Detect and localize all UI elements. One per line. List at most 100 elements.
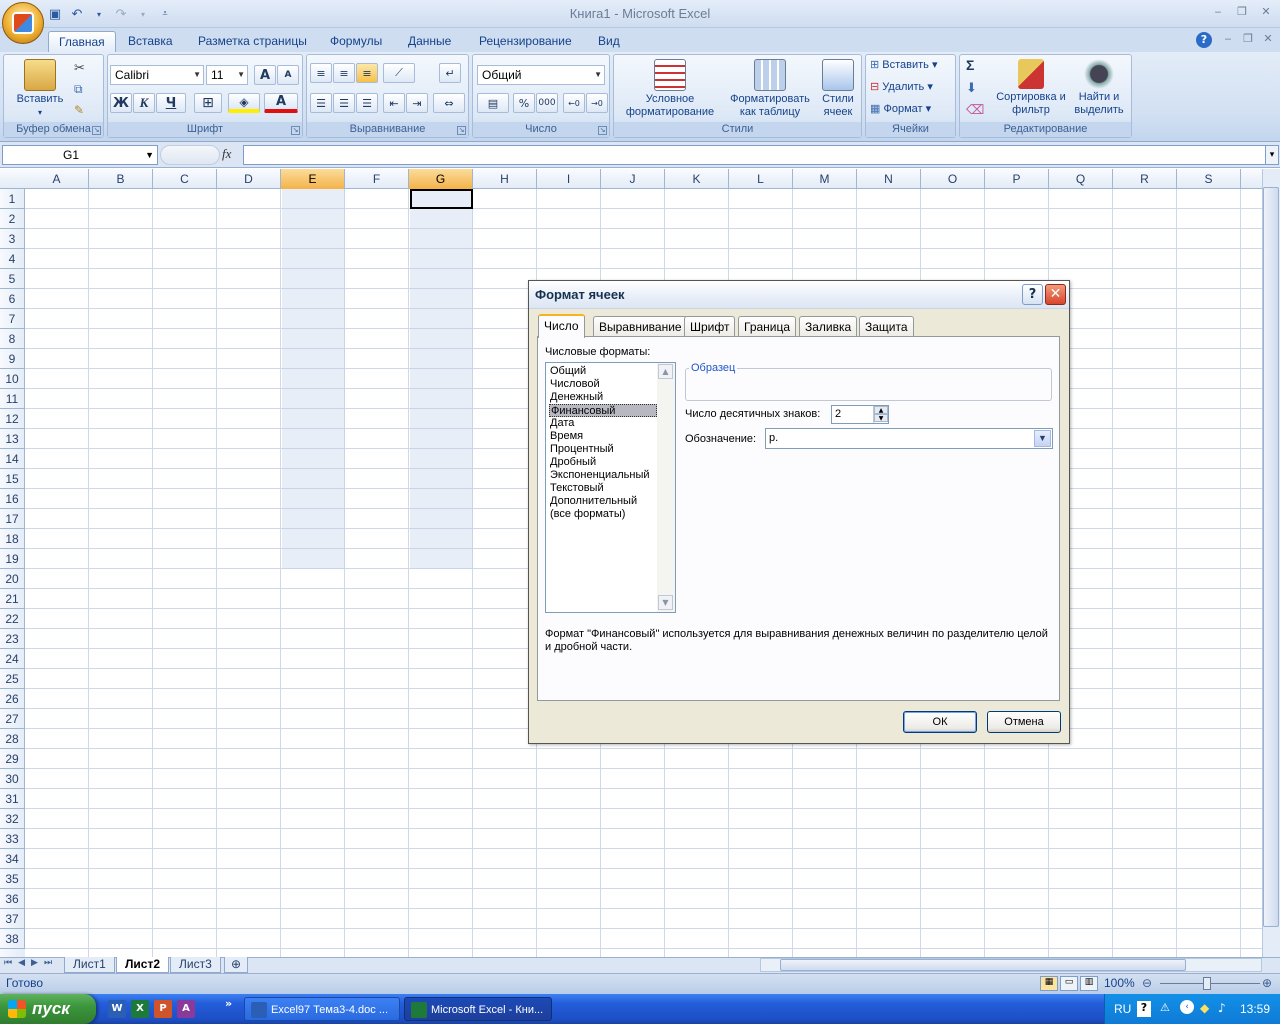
- decimals-spinner[interactable]: ▲ ▼: [873, 406, 888, 423]
- row-header-17[interactable]: 17: [0, 509, 25, 529]
- tab-page-layout[interactable]: Разметка страницы: [188, 31, 317, 52]
- name-box[interactable]: G1 ▼: [2, 145, 158, 165]
- row-header-8[interactable]: 8: [0, 329, 25, 349]
- insert-function-button[interactable]: fx: [222, 146, 231, 162]
- row-header-34[interactable]: 34: [0, 849, 25, 869]
- column-header-i[interactable]: I: [537, 169, 601, 189]
- dialog-tab-number[interactable]: Число: [538, 314, 585, 338]
- row-header-38[interactable]: 38: [0, 929, 25, 949]
- font-color-icon[interactable]: A: [264, 93, 298, 113]
- decrease-indent-icon[interactable]: ⇤: [383, 93, 405, 113]
- column-header-c[interactable]: C: [153, 169, 217, 189]
- chevron-down-icon[interactable]: ▼: [1034, 430, 1051, 447]
- cell-styles-button[interactable]: Стили ячеек: [816, 59, 860, 119]
- row-header-3[interactable]: 3: [0, 229, 25, 249]
- zoom-out-icon[interactable]: ⊖: [1142, 976, 1152, 990]
- dialog-tab-alignment[interactable]: Выравнивание: [593, 316, 688, 337]
- horizontal-scroll-thumb[interactable]: [780, 959, 1186, 971]
- tab-data[interactable]: Данные: [398, 31, 461, 52]
- powerpoint-quicklaunch-icon[interactable]: P: [154, 1000, 172, 1018]
- column-header-n[interactable]: N: [857, 169, 921, 189]
- sheet-tab-3[interactable]: Лист3: [170, 957, 221, 973]
- column-header-s[interactable]: S: [1177, 169, 1241, 189]
- shrink-font-button[interactable]: A: [277, 65, 299, 85]
- dialog-help-button[interactable]: ?: [1022, 284, 1043, 305]
- row-header-2[interactable]: 2: [0, 209, 25, 229]
- minimize-button[interactable]: ‒: [1208, 5, 1228, 21]
- align-middle-icon[interactable]: ≡: [333, 63, 355, 83]
- normal-view-icon[interactable]: ▦: [1040, 976, 1058, 991]
- tab-insert[interactable]: Вставка: [118, 31, 183, 52]
- column-header-a[interactable]: A: [25, 169, 89, 189]
- format-list-item[interactable]: Процентный: [549, 443, 657, 456]
- row-header-27[interactable]: 27: [0, 709, 25, 729]
- tab-review[interactable]: Рецензирование: [469, 31, 582, 52]
- number-launcher-icon[interactable]: ↘: [598, 126, 607, 135]
- bold-button[interactable]: Ж: [110, 93, 132, 113]
- row-header-6[interactable]: 6: [0, 289, 25, 309]
- format-cells-button[interactable]: ▦ Формат ▾: [870, 103, 931, 116]
- conditional-formatting-button[interactable]: Условное форматирование: [618, 59, 722, 119]
- excel-quicklaunch-icon[interactable]: X: [131, 1000, 149, 1018]
- format-list-item[interactable]: Экспоненциальный: [549, 469, 657, 482]
- row-header-31[interactable]: 31: [0, 789, 25, 809]
- row-header-9[interactable]: 9: [0, 349, 25, 369]
- column-header-o[interactable]: O: [921, 169, 985, 189]
- help-tray-icon[interactable]: ?: [1137, 1001, 1151, 1017]
- alignment-launcher-icon[interactable]: ↘: [457, 126, 466, 135]
- row-header-28[interactable]: 28: [0, 729, 25, 749]
- sort-filter-button[interactable]: Сортировка и фильтр: [996, 59, 1066, 117]
- ok-button[interactable]: ОК: [903, 711, 977, 733]
- row-header-14[interactable]: 14: [0, 449, 25, 469]
- row-header-7[interactable]: 7: [0, 309, 25, 329]
- row-header-5[interactable]: 5: [0, 269, 25, 289]
- format-list-item[interactable]: Денежный: [549, 391, 657, 404]
- workbook-minimize-button[interactable]: ‒: [1218, 32, 1238, 48]
- row-header-25[interactable]: 25: [0, 669, 25, 689]
- column-header-f[interactable]: F: [345, 169, 409, 189]
- thousands-button[interactable]: 000: [536, 93, 558, 113]
- row-header-23[interactable]: 23: [0, 629, 25, 649]
- format-as-table-button[interactable]: Форматировать как таблицу: [724, 59, 816, 119]
- format-list-item[interactable]: Текстовый: [549, 482, 657, 495]
- align-top-icon[interactable]: ≡: [310, 63, 332, 83]
- format-list-item[interactable]: Время: [549, 430, 657, 443]
- column-header-d[interactable]: D: [217, 169, 281, 189]
- expand-formula-bar-icon[interactable]: ▾: [1265, 145, 1279, 165]
- taskbar-item-word[interactable]: Excel97 Тема3-4.doc ...: [244, 997, 400, 1021]
- align-right-icon[interactable]: ☰: [356, 93, 378, 113]
- scroll-down-icon[interactable]: ▼: [658, 595, 673, 610]
- column-header-g[interactable]: G: [409, 169, 473, 189]
- cut-icon[interactable]: ✂: [74, 61, 85, 76]
- volume-tray-icon[interactable]: ♪: [1218, 1001, 1226, 1015]
- tray-expand-icon[interactable]: ‹: [1180, 1000, 1194, 1014]
- sheet-tab-1[interactable]: Лист1: [64, 957, 115, 973]
- row-header-12[interactable]: 12: [0, 409, 25, 429]
- column-header-l[interactable]: L: [729, 169, 793, 189]
- row-header-30[interactable]: 30: [0, 769, 25, 789]
- row-header-33[interactable]: 33: [0, 829, 25, 849]
- zoom-level[interactable]: 100%: [1104, 976, 1135, 990]
- row-header-35[interactable]: 35: [0, 869, 25, 889]
- column-header-r[interactable]: R: [1113, 169, 1177, 189]
- format-list-item[interactable]: Дробный: [549, 456, 657, 469]
- delete-cells-button[interactable]: ⊟ Удалить ▾: [870, 81, 933, 94]
- row-header-13[interactable]: 13: [0, 429, 25, 449]
- restore-button[interactable]: ❐: [1232, 5, 1252, 21]
- row-header-16[interactable]: 16: [0, 489, 25, 509]
- increase-decimal-icon[interactable]: ←0: [563, 93, 585, 113]
- row-header-4[interactable]: 4: [0, 249, 25, 269]
- column-header-k[interactable]: K: [665, 169, 729, 189]
- row-header-19[interactable]: 19: [0, 549, 25, 569]
- row-header-26[interactable]: 26: [0, 689, 25, 709]
- start-button[interactable]: пуск: [0, 994, 96, 1024]
- underline-button[interactable]: Ч: [156, 93, 186, 113]
- column-header-j[interactable]: J: [601, 169, 665, 189]
- merge-center-icon[interactable]: ⇔: [433, 93, 465, 113]
- borders-icon[interactable]: ⊞: [194, 93, 222, 113]
- vertical-scroll-thumb[interactable]: [1263, 187, 1279, 927]
- security-tray-icon[interactable]: ◆: [1200, 1001, 1209, 1015]
- close-button[interactable]: ✕: [1256, 5, 1276, 21]
- formula-input[interactable]: [243, 145, 1266, 165]
- find-select-button[interactable]: Найти и выделить: [1070, 59, 1128, 117]
